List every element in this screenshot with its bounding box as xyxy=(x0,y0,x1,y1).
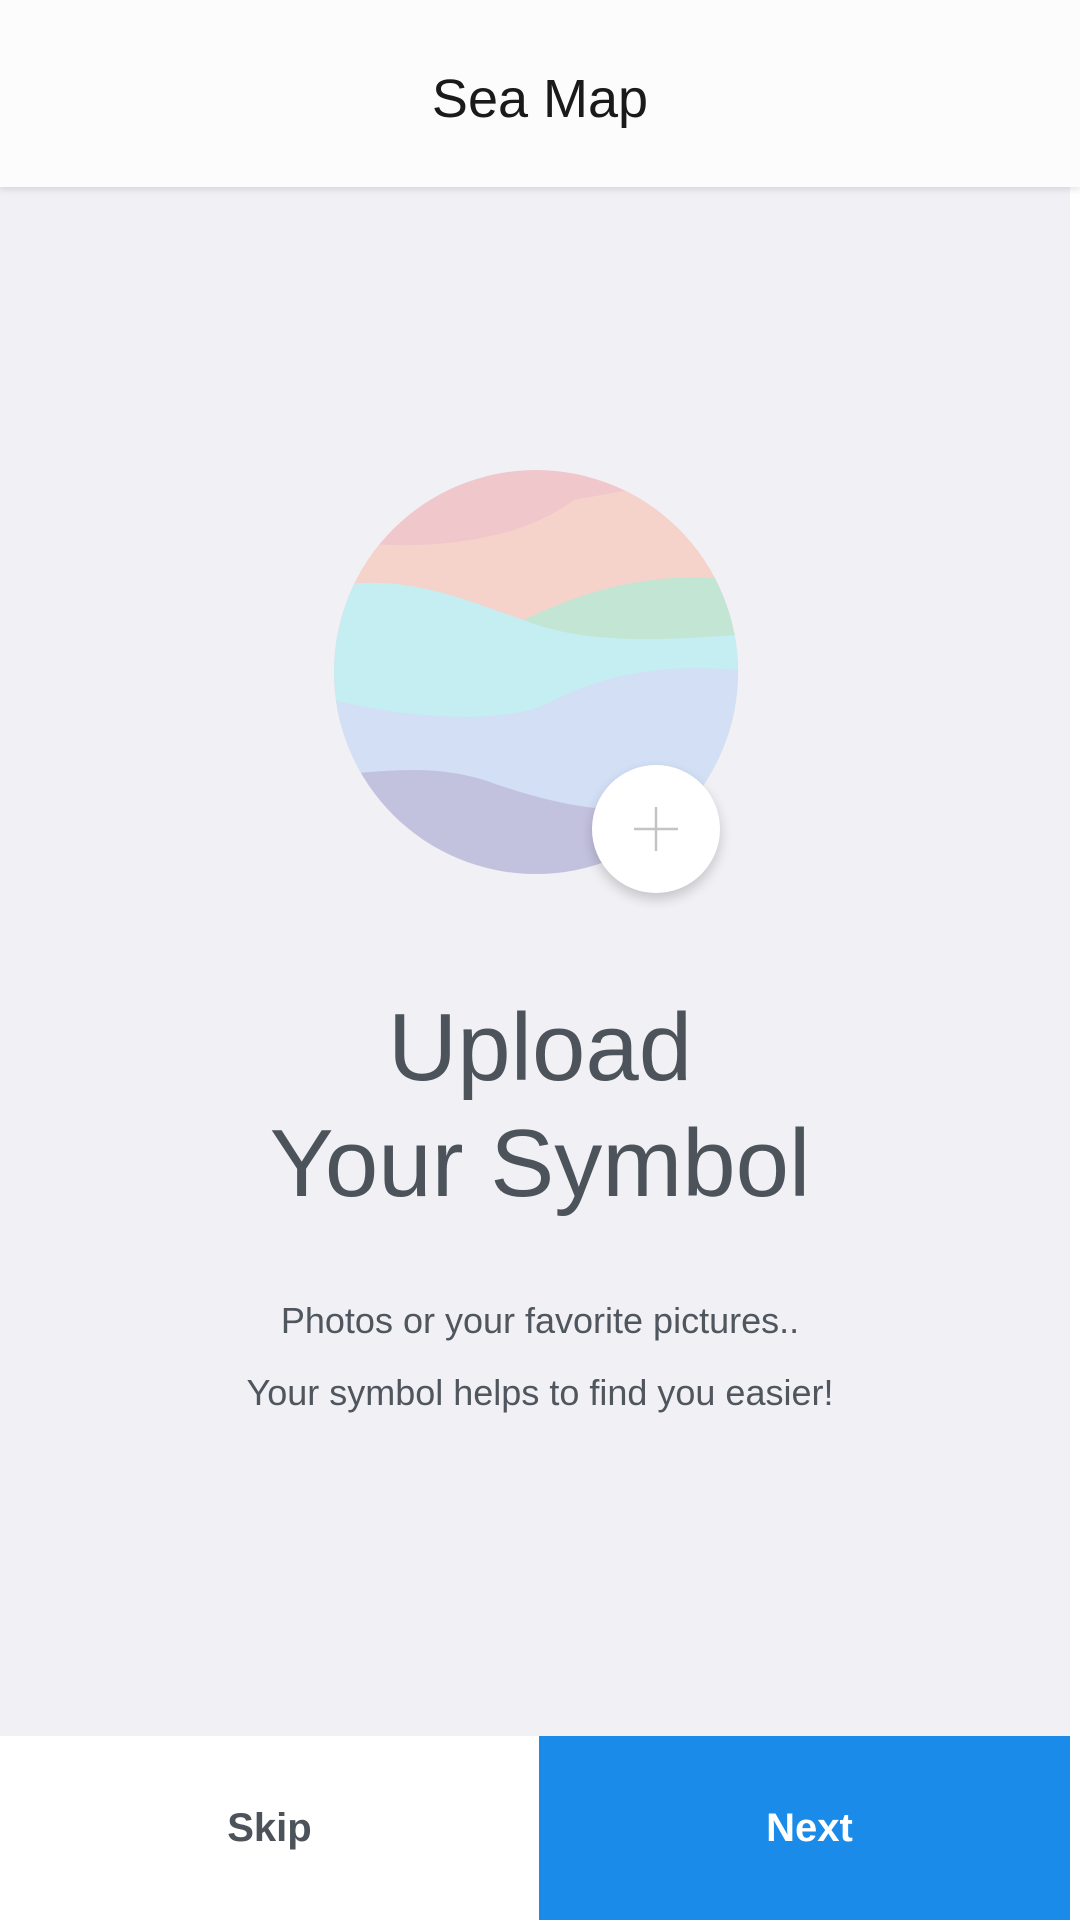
headline-line-1: Upload xyxy=(387,994,693,1101)
app-title: Sea Map xyxy=(431,68,649,129)
description: Photos or your favorite pictures.. Your … xyxy=(0,1285,1080,1429)
screen-edge xyxy=(1070,0,1080,1920)
app-bar: Sea Map xyxy=(0,0,1080,187)
bottom-action-bar: Skip Next xyxy=(0,1736,1080,1920)
skip-button[interactable]: Skip xyxy=(0,1736,539,1920)
description-line-1: Photos or your favorite pictures.. xyxy=(280,1300,800,1341)
plus-icon xyxy=(634,807,678,851)
description-line-2: Your symbol helps to find you easier! xyxy=(246,1372,834,1413)
onboarding-screen: Sea Map Upload Your Symbol Photos or you… xyxy=(0,0,1080,1920)
headline: Upload Your Symbol xyxy=(0,990,1080,1222)
add-symbol-button[interactable] xyxy=(592,765,720,893)
next-button[interactable]: Next xyxy=(539,1736,1080,1920)
headline-line-2: Your Symbol xyxy=(269,1110,811,1217)
